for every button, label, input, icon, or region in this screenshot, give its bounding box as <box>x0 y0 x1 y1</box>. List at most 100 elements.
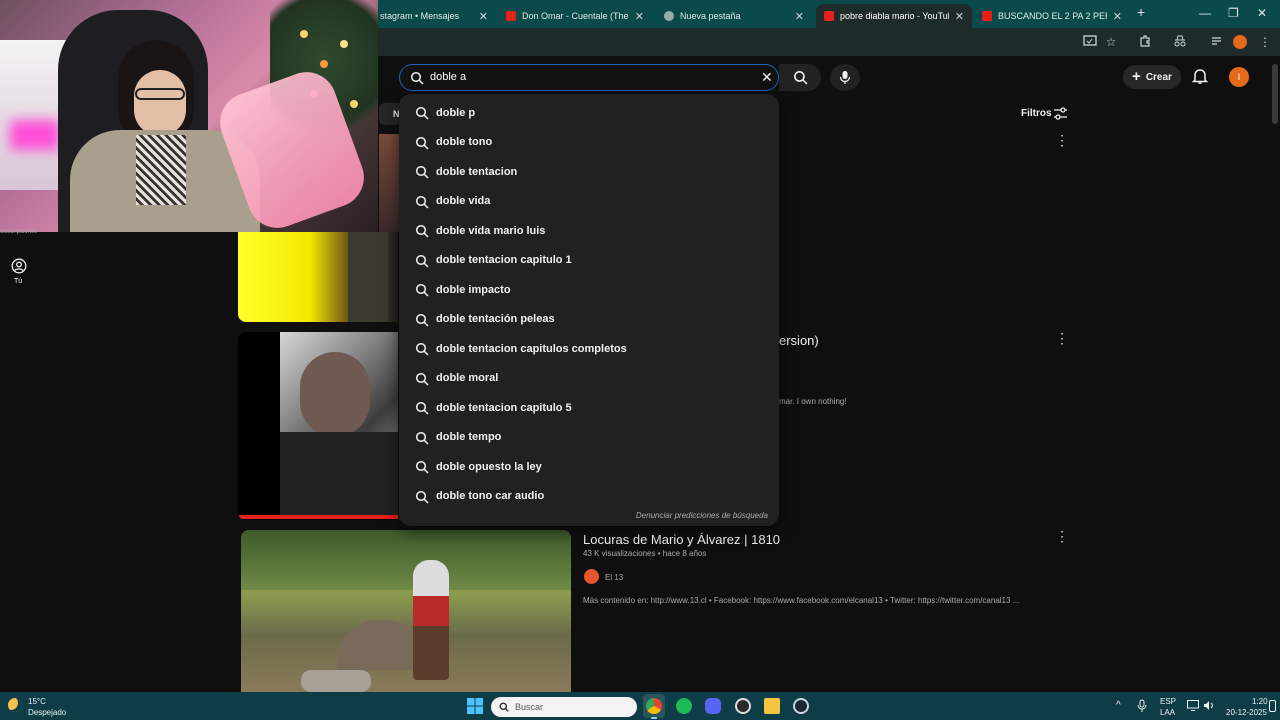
search-icon <box>415 313 429 327</box>
search-suggestion-item[interactable]: doble opuesto la ley <box>399 452 779 481</box>
account-avatar[interactable]: I <box>1229 67 1249 87</box>
weather-temperature[interactable]: 15°C <box>28 697 46 706</box>
search-icon <box>415 372 429 386</box>
search-suggestion-item[interactable]: doble tentacion capitulo 1 <box>399 246 779 275</box>
search-suggestion-item[interactable]: doble moral <box>399 364 779 393</box>
taskbar-search-placeholder: Buscar <box>515 702 544 712</box>
video-thumbnail-edge[interactable] <box>379 134 399 232</box>
maximize-button[interactable]: ❐ <box>1228 6 1239 20</box>
create-button[interactable]: + Crear <box>1123 65 1181 89</box>
discord-taskbar-icon[interactable] <box>705 698 721 714</box>
search-icon <box>415 195 429 209</box>
video-age: hace 8 años <box>662 549 707 558</box>
youtube-favicon-icon <box>824 11 834 21</box>
tab-close-icon[interactable]: ✕ <box>955 10 964 23</box>
tray-chevron-icon[interactable]: ^ <box>1116 700 1121 711</box>
speaker-icon[interactable] <box>1203 700 1215 711</box>
search-suggestion-item[interactable]: doble p <box>399 98 779 127</box>
search-suggestion-item[interactable]: doble impacto <box>399 275 779 304</box>
search-suggestion-item[interactable]: doble tentacion <box>399 157 779 186</box>
search-suggestion-item[interactable]: doble tentación peleas <box>399 305 779 334</box>
channel-name[interactable]: El 13 <box>605 573 623 582</box>
new-tab-button[interactable]: + <box>1137 4 1145 20</box>
page-scrollbar[interactable] <box>1272 64 1278 124</box>
search-input[interactable]: doble a ✕ <box>399 64 779 91</box>
suggestion-text: doble vida mario luis <box>436 224 546 237</box>
browser-tab-don-omar[interactable]: Don Omar - Cuentale (The Last ... ✕ <box>498 4 652 28</box>
video-more-icon[interactable]: ⋮ <box>1055 529 1069 543</box>
windows-start-icon[interactable] <box>467 698 483 714</box>
media-controls-icon[interactable] <box>1209 34 1225 50</box>
weather-moon-icon[interactable] <box>8 698 22 712</box>
search-suggestion-item[interactable]: doble vida mario luis <box>399 216 779 245</box>
minimize-button[interactable]: — <box>1199 6 1211 20</box>
weather-description[interactable]: Despejado <box>28 708 66 717</box>
video-title[interactable]: Locuras de Mario y Álvarez | 1810 <box>583 532 780 547</box>
input-language[interactable]: ESP <box>1160 697 1176 706</box>
tab-title: pobre diabla mario - YouTube <box>840 11 949 21</box>
report-predictions-link[interactable]: Denunciar predicciones de búsqueda <box>636 511 768 520</box>
filters-label[interactable]: Filtros <box>1021 108 1052 119</box>
close-window-button[interactable]: ✕ <box>1257 6 1267 20</box>
spotify-taskbar-icon[interactable] <box>676 698 692 714</box>
search-suggestion-item[interactable]: doble vida <box>399 187 779 216</box>
tab-close-icon[interactable]: ✕ <box>795 10 804 23</box>
chrome-taskbar-icon[interactable] <box>646 698 662 714</box>
browser-tab-new-tab[interactable]: Nueva pestaña ✕ <box>656 4 812 28</box>
keyboard-layout[interactable]: LAA <box>1160 708 1175 717</box>
extensions-icon[interactable] <box>1137 34 1153 50</box>
browser-tab-buscando[interactable]: BUSCANDO EL 2 PA 2 PERFECT... ✕ <box>974 4 1130 28</box>
network-monitor-icon[interactable] <box>1187 700 1199 711</box>
video-more-icon[interactable]: ⋮ <box>1055 133 1069 147</box>
search-suggestion-item[interactable]: doble tentacion capitulos completos <box>399 334 779 363</box>
search-button[interactable] <box>779 64 821 91</box>
search-suggestion-item[interactable]: doble tono car audio <box>399 482 779 511</box>
video-title-partial[interactable]: ersion) <box>779 333 819 348</box>
clock-time[interactable]: 1:20 <box>1252 697 1268 706</box>
filter-chip[interactable]: N <box>379 103 400 125</box>
sidebar-item-subscriptions[interactable]: Suscripciones <box>0 229 40 235</box>
search-icon <box>415 401 429 415</box>
search-suggestion-item[interactable]: doble tono <box>399 128 779 157</box>
video-thumbnail[interactable] <box>238 232 398 322</box>
browser-tab-instagram[interactable]: stagram • Mensajes ✕ <box>372 4 496 28</box>
search-suggestions-dropdown: doble p doble tono doble tentacion doble vi… <box>399 94 779 526</box>
video-thumbnail[interactable] <box>241 530 571 692</box>
youtube-favicon-icon <box>982 11 992 21</box>
tab-close-icon[interactable]: ✕ <box>1113 10 1122 23</box>
video-more-icon[interactable]: ⋮ <box>1055 331 1069 345</box>
voice-search-button[interactable] <box>830 64 860 91</box>
chrome-menu-icon[interactable]: ⋮ <box>1257 34 1273 50</box>
video-thumbnail[interactable] <box>238 332 398 520</box>
microphone-tray-icon[interactable] <box>1137 699 1147 713</box>
steam-taskbar-icon[interactable] <box>793 698 809 714</box>
clock-date[interactable]: 20-12-2025 <box>1226 708 1267 717</box>
sidebar-item-you[interactable]: Tú <box>14 278 22 285</box>
search-suggestion-item[interactable]: doble tempo <box>399 423 779 452</box>
clear-search-icon[interactable]: ✕ <box>761 69 773 86</box>
filters-sliders-icon[interactable] <box>1053 107 1068 121</box>
tab-close-icon[interactable]: ✕ <box>479 10 488 23</box>
account-circle-icon[interactable] <box>11 258 27 274</box>
cast-icon[interactable] <box>1082 34 1098 50</box>
youtube-sidebar: Suscripciones Tú <box>0 229 40 692</box>
taskbar-search-box[interactable]: Buscar <box>491 697 637 717</box>
obs-taskbar-icon[interactable] <box>735 698 751 714</box>
search-suggestion-item[interactable]: doble tentacion capitulo 5 <box>399 393 779 422</box>
suggestion-text: doble vida <box>436 195 491 207</box>
browser-tab-pobre-diabla[interactable]: pobre diabla mario - YouTube ✕ <box>816 4 972 28</box>
search-icon <box>499 702 509 712</box>
suggestion-text: doble tentacion capitulo 1 <box>436 254 572 266</box>
profile-avatar-icon[interactable] <box>1233 35 1247 49</box>
file-explorer-taskbar-icon[interactable] <box>764 698 780 714</box>
tab-close-icon[interactable]: ✕ <box>635 10 644 23</box>
notifications-bell-icon[interactable] <box>1192 68 1208 85</box>
incognito-icon[interactable] <box>1172 34 1188 50</box>
video-stats: 43 K visualizaciones • hace 8 años <box>583 549 707 558</box>
channel-avatar[interactable] <box>584 569 599 584</box>
notification-center-icon[interactable] <box>1269 700 1276 712</box>
search-icon <box>415 490 429 504</box>
search-icon <box>415 254 429 268</box>
bookmark-star-icon[interactable]: ☆ <box>1103 34 1119 50</box>
windows-taskbar: 15°C Despejado Buscar ^ ESP LAA 1:20 20-… <box>0 692 1280 720</box>
